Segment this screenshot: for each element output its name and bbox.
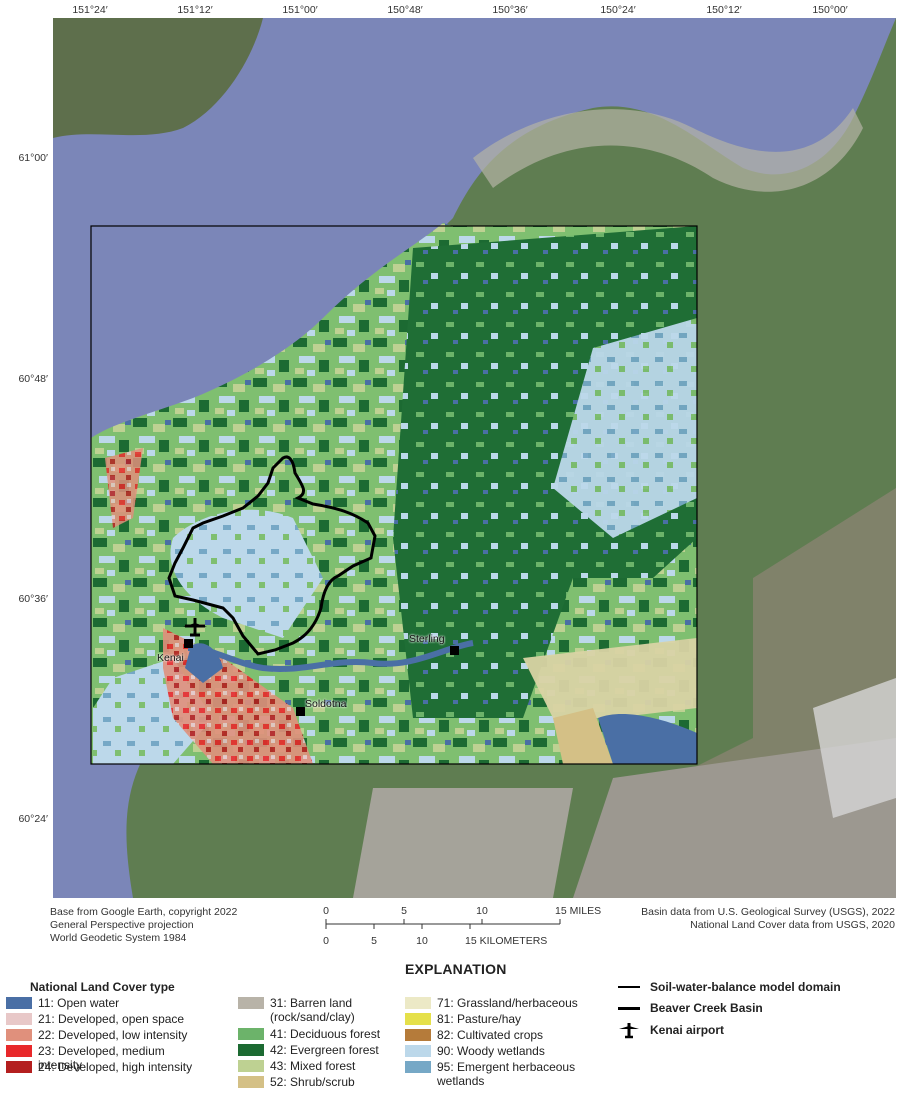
thin-line-icon bbox=[618, 986, 640, 988]
legend-item: 90: Woody wetlands bbox=[405, 1044, 607, 1058]
legend-item: 81: Pasture/hay bbox=[405, 1012, 607, 1026]
southern-terrain bbox=[353, 788, 573, 898]
scale-miles-0: 0 bbox=[323, 905, 329, 917]
soldotna-marker bbox=[296, 707, 305, 716]
soldotna-label: Soldotna bbox=[305, 698, 347, 710]
kenai-label: Kenai bbox=[157, 652, 184, 664]
scale-km-5: 5 bbox=[371, 935, 377, 947]
longitude-label: 150°36′ bbox=[492, 4, 528, 16]
credit-line: General Perspective projection bbox=[50, 919, 194, 931]
longitude-label: 151°00′ bbox=[282, 4, 318, 16]
scale-bar-graphic bbox=[325, 919, 561, 929]
legend-label: 24: Developed, high intensity bbox=[38, 1060, 193, 1074]
map-frame[interactable] bbox=[53, 18, 896, 898]
credit-line: World Geodetic System 1984 bbox=[50, 932, 187, 944]
thick-line-icon bbox=[618, 1006, 640, 1010]
basin-legend: Beaver Creek Basin bbox=[618, 1001, 763, 1015]
longitude-label: 151°24′ bbox=[72, 4, 108, 16]
legend-swatch bbox=[405, 997, 431, 1009]
model-domain-legend-label: Soil-water-balance model domain bbox=[650, 980, 841, 994]
legend-label: 82: Cultivated crops bbox=[437, 1028, 544, 1042]
airport-legend: Kenai airport bbox=[618, 1021, 724, 1039]
legend-label: 11: Open water bbox=[38, 996, 120, 1010]
legend-swatch bbox=[238, 1028, 264, 1040]
sterling-label: Sterling bbox=[409, 633, 445, 645]
legend-swatch bbox=[6, 1061, 32, 1073]
data-credit: Basin data from U.S. Geological Survey (… bbox=[641, 906, 895, 932]
base-credit: Base from Google Earth, copyright 2022 G… bbox=[50, 906, 237, 945]
legend-swatch bbox=[238, 997, 264, 1009]
scale-km-15: 15 KILOMETERS bbox=[465, 935, 548, 947]
scale-km-0: 0 bbox=[323, 935, 329, 947]
legend-swatch bbox=[6, 997, 32, 1009]
legend-swatch bbox=[405, 1013, 431, 1025]
legend-swatch bbox=[6, 1029, 32, 1041]
legend-swatch bbox=[238, 1044, 264, 1056]
airport-legend-label: Kenai airport bbox=[650, 1023, 725, 1037]
legend-label: 95: Emergent herbaceous wetlands bbox=[437, 1060, 576, 1088]
legend-swatch bbox=[238, 1076, 264, 1088]
longitude-label: 150°24′ bbox=[600, 4, 636, 16]
legend-label: 81: Pasture/hay bbox=[437, 1012, 522, 1026]
basin-legend-label: Beaver Creek Basin bbox=[650, 1001, 763, 1015]
credit-line: Basin data from U.S. Geological Survey (… bbox=[641, 906, 895, 918]
legend-label: 22: Developed, low intensity bbox=[38, 1028, 188, 1042]
legend-item: 95: Emergent herbaceous wetlands bbox=[405, 1060, 607, 1088]
legend-item: 82: Cultivated crops bbox=[405, 1028, 607, 1042]
longitude-label: 151°12′ bbox=[177, 4, 213, 16]
longitude-label: 150°00′ bbox=[812, 4, 848, 16]
legend-swatch bbox=[6, 1045, 32, 1057]
kenai-marker bbox=[184, 639, 193, 648]
legend-swatch bbox=[405, 1045, 431, 1057]
latitude-label: 60°24′ bbox=[18, 813, 48, 825]
legend-item: 24: Developed, high intensity bbox=[6, 1060, 208, 1074]
legend-swatch bbox=[405, 1061, 431, 1073]
scale-miles-5: 5 bbox=[401, 905, 407, 917]
map-canvas bbox=[53, 18, 896, 898]
longitude-label: 150°12′ bbox=[706, 4, 742, 16]
legend-swatch bbox=[238, 1060, 264, 1072]
latitude-label: 60°48′ bbox=[18, 373, 48, 385]
legend-item: 21: Developed, open space bbox=[6, 1012, 208, 1026]
latitude-label: 60°36′ bbox=[18, 593, 48, 605]
land-cover-title: National Land Cover type bbox=[30, 980, 175, 994]
legend-label: 90: Woody wetlands bbox=[437, 1044, 545, 1058]
legend-swatch bbox=[405, 1029, 431, 1041]
airport-icon bbox=[619, 1023, 639, 1039]
scale-miles-15: 15 MILES bbox=[555, 905, 602, 917]
legend-label: 71: Grassland/herbaceous bbox=[437, 996, 578, 1010]
latitude-label: 61°00′ bbox=[18, 152, 48, 164]
credit-line: Base from Google Earth, copyright 2022 bbox=[50, 906, 238, 918]
sterling-marker bbox=[450, 646, 459, 655]
model-domain-legend: Soil-water-balance model domain bbox=[618, 980, 841, 994]
legend-swatch bbox=[6, 1013, 32, 1025]
scale-km-10: 10 bbox=[416, 935, 428, 947]
explanation-title: EXPLANATION bbox=[405, 961, 507, 977]
legend-label: 21: Developed, open space bbox=[38, 1012, 185, 1026]
legend-item: 22: Developed, low intensity bbox=[6, 1028, 208, 1042]
longitude-label: 150°48′ bbox=[387, 4, 423, 16]
legend-item: 71: Grassland/herbaceous bbox=[405, 996, 607, 1010]
legend-item: 11: Open water bbox=[6, 996, 208, 1010]
scale-miles-10: 10 bbox=[476, 905, 488, 917]
credit-line: National Land Cover data from USGS, 2020 bbox=[690, 919, 895, 931]
